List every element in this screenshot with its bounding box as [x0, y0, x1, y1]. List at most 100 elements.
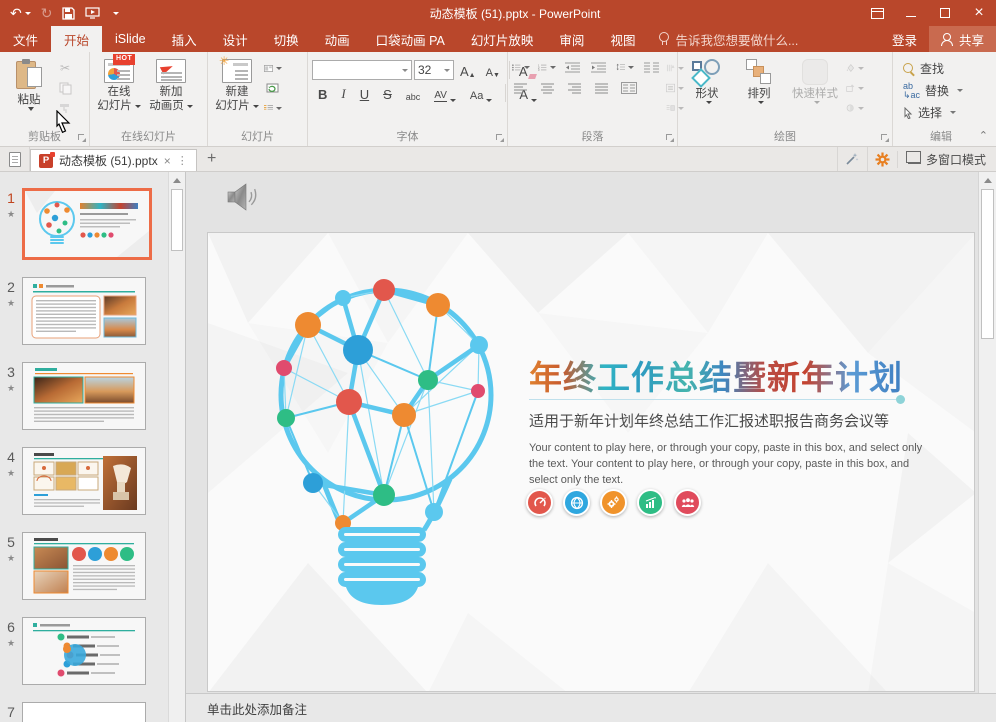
people-icon[interactable] [674, 489, 701, 516]
scroll-up-arrow[interactable] [169, 172, 185, 188]
quick-styles-button[interactable]: 快速样式 [786, 55, 844, 130]
session-manager-button[interactable] [0, 147, 30, 171]
speedometer-icon[interactable] [526, 489, 553, 516]
shape-outline-icon[interactable] [846, 81, 864, 95]
tab-transitions[interactable]: 切换 [261, 26, 312, 52]
start-from-beginning-button[interactable] [85, 7, 100, 20]
slide-thumbnail-4[interactable] [22, 447, 146, 515]
slide-title-text[interactable]: 年终工作总结暨新年计划 [529, 351, 903, 399]
add-remove-columns-icon[interactable] [620, 81, 638, 95]
shapes-button[interactable]: 形状 [682, 55, 732, 130]
copy-icon[interactable] [56, 81, 74, 95]
reset-icon[interactable] [264, 81, 282, 95]
tab-view[interactable]: 视图 [597, 26, 648, 52]
clipboard-dialog-launcher[interactable] [78, 134, 87, 143]
new-animation-page-button[interactable]: 新加动画页 [146, 55, 196, 130]
scrollbar-thumb[interactable] [171, 189, 183, 251]
paste-button[interactable]: 粘贴 [4, 55, 54, 130]
italic-button[interactable]: I [337, 84, 349, 102]
change-case-button[interactable]: Aa [466, 84, 496, 102]
slide-subtitle-text[interactable]: 适用于新年计划年终总结工作汇报述职报告商务会议等 [529, 410, 889, 431]
scroll-up-arrow[interactable] [979, 172, 996, 188]
tab-design[interactable]: 设计 [210, 26, 261, 52]
font-dialog-launcher[interactable] [496, 134, 505, 143]
paragraph-dialog-launcher[interactable] [666, 134, 675, 143]
close-button[interactable]: × [962, 0, 996, 26]
line-spacing-icon[interactable] [616, 60, 634, 74]
cut-icon[interactable]: ✂ [56, 61, 74, 75]
online-slides-button[interactable]: HOT 在线幻灯片 [94, 55, 144, 130]
slide-thumbnail-3[interactable] [22, 362, 146, 430]
tab-home[interactable]: 开始 [51, 26, 102, 52]
sign-in-button[interactable]: 登录 [880, 26, 929, 52]
tab-slideshow[interactable]: 幻灯片放映 [458, 26, 547, 52]
bold-button[interactable]: B [314, 84, 331, 102]
slide-body-text[interactable]: Your content to play here, or through yo… [529, 441, 929, 489]
indent-decrease-icon[interactable] [564, 60, 582, 74]
align-right-icon[interactable] [566, 81, 584, 95]
maximize-button[interactable] [928, 0, 962, 26]
globe-icon[interactable] [563, 489, 590, 516]
section-icon[interactable] [264, 101, 282, 115]
shrink-font-button[interactable]: A▼ [482, 61, 504, 79]
slide-thumbnail-6[interactable] [22, 617, 146, 685]
audio-speaker-icon[interactable] [226, 182, 262, 214]
new-tab-button[interactable]: + [197, 147, 227, 171]
collapse-ribbon-button[interactable]: ⌃ [979, 129, 988, 142]
settings-gear-button[interactable] [867, 147, 897, 171]
drawing-dialog-launcher[interactable] [881, 134, 890, 143]
save-button[interactable] [62, 7, 75, 20]
align-left-icon[interactable] [512, 81, 530, 95]
underline-button[interactable]: U [356, 84, 373, 102]
redo-button[interactable]: ↻ [41, 6, 53, 20]
justify-icon[interactable] [593, 81, 611, 95]
tab-close-icon[interactable]: × [164, 154, 171, 168]
arrange-button[interactable]: 排列 [734, 55, 784, 130]
numbering-icon[interactable]: 123 [538, 60, 556, 74]
find-button[interactable]: 查找 [903, 60, 963, 77]
font-name-combo[interactable] [312, 60, 412, 80]
format-painter-icon[interactable] [56, 101, 74, 115]
layout-icon[interactable] [264, 61, 282, 75]
shape-effects-icon[interactable] [846, 101, 864, 115]
multi-window-mode-button[interactable]: 多窗口模式 [897, 151, 996, 168]
slide-thumbnail-2[interactable] [22, 277, 146, 345]
select-button[interactable]: 选择 [903, 104, 963, 121]
slide-canvas[interactable]: 年终工作总结暨新年计划 适用于新年计划年终总结工作汇报述职报告商务会议等 You… [207, 232, 975, 692]
new-slide-button[interactable]: ✳ 新建幻灯片 [212, 55, 262, 130]
slide-thumbnail-5[interactable] [22, 532, 146, 600]
lightbulb-network-graphic[interactable] [248, 247, 528, 627]
notes-pane[interactable]: 单击此处添加备注 [186, 693, 996, 722]
document-tab-active[interactable]: P 动态模板 (51).pptx × ⋮ [30, 149, 197, 171]
strikethrough-button[interactable]: S [379, 84, 396, 102]
indent-increase-icon[interactable] [590, 60, 608, 74]
shape-fill-icon[interactable] [846, 61, 864, 75]
tab-pocket-animation[interactable]: 口袋动画 PA [363, 26, 458, 52]
vertical-scrollbar[interactable] [978, 172, 996, 693]
align-center-icon[interactable] [539, 81, 557, 95]
slide-thumbnail-7[interactable] [22, 702, 146, 722]
tab-more-icon[interactable]: ⋮ [177, 154, 188, 167]
tab-insert[interactable]: 插入 [159, 26, 210, 52]
bullets-icon[interactable] [512, 60, 530, 74]
ribbon-display-options-button[interactable] [860, 0, 894, 26]
customize-qat-button[interactable] [110, 12, 119, 15]
tab-animations[interactable]: 动画 [312, 26, 363, 52]
replace-button[interactable]: ab↳ac 替换 [903, 82, 963, 99]
grow-font-button[interactable]: A▲ [456, 61, 480, 79]
tell-me-box[interactable]: 告诉我您想要做什么... [648, 26, 808, 52]
gears-icon[interactable] [600, 489, 627, 516]
undo-button[interactable]: ↶ [10, 6, 31, 20]
slide-thumbnail-1[interactable] [22, 188, 152, 260]
font-size-combo[interactable]: 32 [414, 60, 454, 80]
tab-islide[interactable]: iSlide [102, 26, 159, 52]
minimize-button[interactable] [894, 0, 928, 26]
share-button[interactable]: 共享 [929, 26, 996, 52]
scrollbar-thumb[interactable] [981, 189, 994, 339]
tab-review[interactable]: 审阅 [546, 26, 597, 52]
thumbnail-scrollbar[interactable] [168, 172, 185, 722]
columns-icon[interactable] [642, 60, 660, 74]
tab-file[interactable]: 文件 [0, 26, 51, 52]
magic-wand-button[interactable] [837, 147, 867, 171]
character-spacing-button[interactable]: AV [430, 84, 460, 102]
